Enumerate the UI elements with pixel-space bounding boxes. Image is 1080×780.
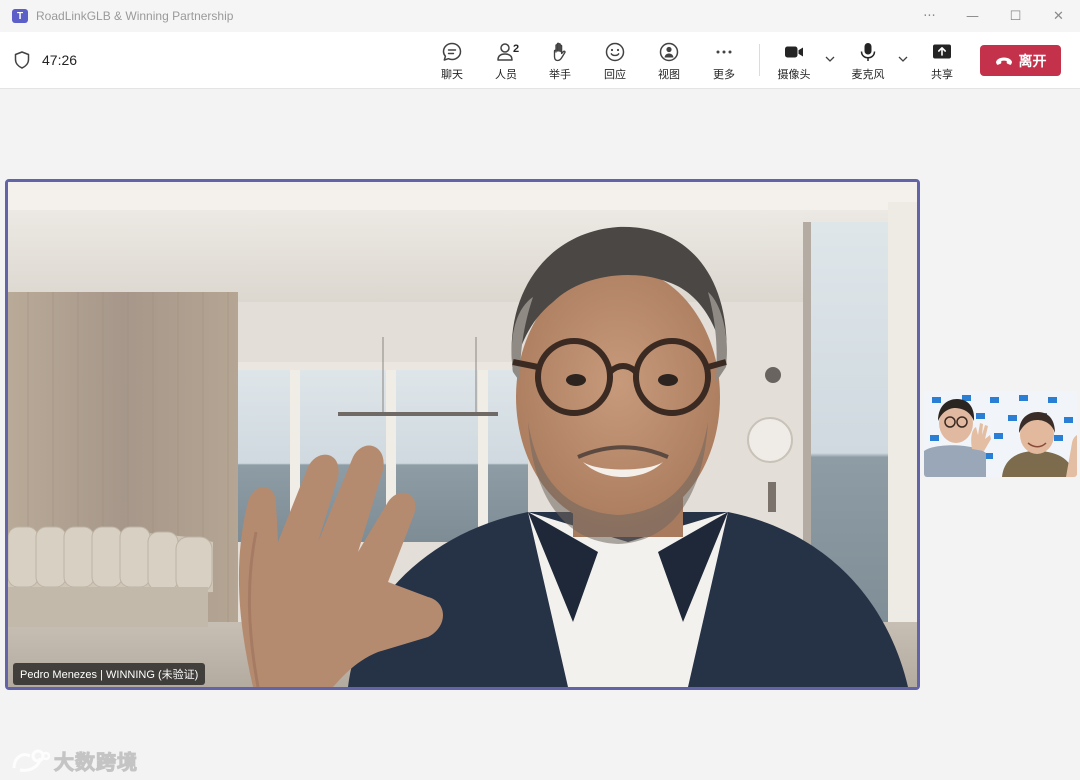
view-icon [657,40,681,63]
toolbar-divider [759,44,760,76]
camera-icon [782,40,806,63]
hang-up-icon [995,57,1012,65]
watermark-text: 大数跨境 [54,750,138,775]
meeting-toolbar: 47:26 聊天 2 人员 举手 回应 视图 更多 摄像头 麦克风 共享 离开 [0,32,1080,89]
window-more-button[interactable]: ··· [908,0,951,32]
more-icon [712,40,736,63]
leave-label: 离开 [1018,53,1047,70]
mic-button[interactable]: 麦克风 [841,40,895,82]
people-label: 人员 [495,68,517,81]
teams-logo-icon: T [12,9,28,23]
meeting-info[interactable]: 47:26 [14,51,77,69]
participant-name-label: Pedro Menezes | WINNING (未验证) [13,663,206,685]
leave-button[interactable]: 离开 [980,45,1061,76]
microphone-icon [856,40,880,63]
camera-button[interactable]: 摄像头 [767,40,821,82]
watermark-logo-icon [12,749,50,772]
minimize-button[interactable]: — [951,0,994,32]
react-button[interactable]: 回应 [588,40,642,82]
people-count-badge: 2 [513,43,520,55]
shield-icon [14,51,30,69]
people-button[interactable]: 2 人员 [479,40,533,82]
maximize-button[interactable]: ☐ [994,0,1037,32]
meeting-timer: 47:26 [42,52,78,68]
raise-hand-button[interactable]: 举手 [533,40,587,82]
share-icon [930,40,954,63]
thumbnail-video [924,391,1077,477]
share-button[interactable]: 共享 [915,40,969,82]
view-button[interactable]: 视图 [642,40,696,82]
more-button[interactable]: 更多 [697,40,751,82]
chat-label: 聊天 [441,68,463,81]
camera-label: 摄像头 [777,68,811,81]
chat-icon [440,40,464,63]
camera-options-chevron-down-icon[interactable] [823,52,837,66]
participant-video [8,182,917,687]
close-button[interactable]: ✕ [1037,0,1080,32]
window-title: RoadLinkGLB & Winning Partnership [36,9,234,23]
mic-options-chevron-down-icon[interactable] [896,52,910,66]
hand-icon [548,40,572,63]
title-bar: T RoadLinkGLB & Winning Partnership ··· … [0,0,1080,32]
smiley-icon [603,40,627,63]
window-controls: ··· — ☐ ✕ [908,0,1080,32]
react-label: 回应 [604,68,626,81]
more-label: 更多 [713,68,735,81]
view-label: 视图 [658,68,680,81]
watermark: 大数跨境 [10,746,138,775]
share-label: 共享 [931,68,953,81]
chat-button[interactable]: 聊天 [425,40,479,82]
participant-thumbnail[interactable] [924,391,1077,477]
mic-label: 麦克风 [851,68,885,81]
raise-hand-label: 举手 [549,68,571,81]
main-video-tile[interactable]: Pedro Menezes | WINNING (未验证) [5,179,920,690]
